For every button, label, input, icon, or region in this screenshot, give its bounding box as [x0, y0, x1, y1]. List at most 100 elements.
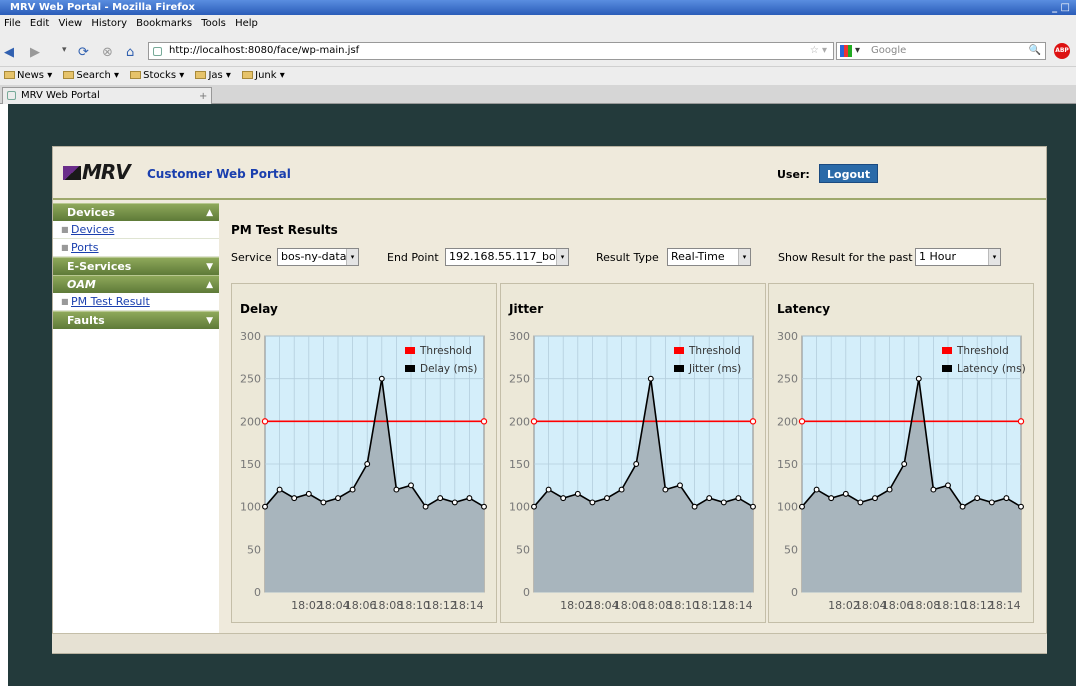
sidebar-section-oam[interactable]: OAM ▲ — [53, 275, 219, 293]
menu-view[interactable]: View — [58, 18, 82, 29]
search-engine-dropdown-icon[interactable]: ▾ — [855, 43, 860, 59]
portal-title: Customer Web Portal — [147, 167, 291, 181]
chart-panel-latency: Latency 0 50 100 150 200 250 300 18:02 18:04 18:0… — [768, 283, 1034, 623]
data-point — [320, 499, 327, 506]
user-label: User: — [777, 168, 810, 181]
menu-tools[interactable]: Tools — [201, 18, 226, 29]
sidebar-item-pm-test-result[interactable]: ■ PM Test Result — [53, 293, 219, 311]
legend-swatch-series — [674, 365, 684, 372]
threshold-point — [530, 418, 538, 425]
folder-icon — [130, 71, 142, 79]
data-point — [604, 495, 610, 502]
sidebar-section-faults[interactable]: Faults ▼ — [53, 311, 219, 329]
service-select[interactable]: bos-ny-data ▾ — [277, 248, 359, 266]
mrv-logo-mark-icon — [63, 166, 81, 180]
data-point — [545, 486, 552, 493]
data-point — [901, 461, 908, 467]
expand-icon: ▼ — [206, 316, 213, 326]
chevron-down-icon: ▾ — [346, 249, 358, 265]
sidebar-item-ports[interactable]: ■ Ports — [53, 239, 219, 257]
home-icon[interactable]: ⌂ — [126, 45, 134, 60]
data-point — [1018, 503, 1024, 510]
data-point — [828, 495, 835, 502]
chevron-down-icon: ▾ — [738, 249, 750, 265]
reload-icon[interactable]: ⟳ — [78, 45, 89, 60]
search-engine-icon[interactable] — [840, 45, 852, 57]
url-text: http://localhost:8080/face/wp-main.jsf — [169, 45, 360, 56]
logout-button[interactable]: Logout — [819, 164, 879, 183]
y-tick-label: 200 — [240, 415, 261, 428]
forward-icon[interactable]: ▶ — [30, 45, 40, 60]
data-point — [706, 495, 713, 502]
menu-bookmarks[interactable]: Bookmarks — [136, 18, 192, 29]
legend-label-series: Delay (ms) — [420, 363, 477, 375]
data-point — [735, 495, 742, 502]
collapse-icon: ▲ — [206, 280, 213, 290]
tab-label: MRV Web Portal — [21, 90, 100, 101]
page-title: PM Test Results — [231, 223, 338, 237]
bookmark-folder-jas[interactable]: Jas ▾ — [195, 70, 231, 81]
tab-mrv-web-portal[interactable]: MRV Web Portal + — [2, 87, 212, 104]
folder-icon — [4, 71, 15, 79]
x-tick-label: 18:14 — [721, 599, 753, 612]
window-controls[interactable]: _ □ — [1052, 0, 1070, 15]
collapse-icon: ▲ — [206, 208, 213, 218]
show-past-select[interactable]: 1 Hour ▾ — [915, 248, 1001, 266]
legend-swatch-series — [942, 365, 952, 372]
sidebar-item-devices[interactable]: ■ Devices — [53, 221, 219, 239]
url-bar[interactable]: http://localhost:8080/face/wp-main.jsf ☆… — [148, 42, 834, 60]
folder-icon — [63, 71, 75, 79]
y-tick-label: 50 — [784, 543, 798, 556]
data-point — [618, 486, 625, 493]
chevron-down-icon: ▾ — [556, 249, 568, 265]
back-icon[interactable]: ◀ — [4, 45, 14, 60]
bookmark-folder-search[interactable]: Search ▾ — [63, 70, 119, 81]
y-tick-label: 100 — [777, 501, 798, 514]
legend-label-threshold: Threshold — [688, 345, 741, 357]
legend-label-threshold: Threshold — [419, 345, 472, 357]
menu-file[interactable]: File — [4, 18, 21, 29]
menu-edit[interactable]: Edit — [30, 18, 49, 29]
magnifier-icon[interactable]: 🔍 — [1029, 43, 1041, 59]
data-point — [813, 486, 820, 493]
legend-swatch-series — [405, 365, 415, 372]
adblock-icon[interactable]: ABP — [1054, 43, 1070, 59]
y-tick-label: 250 — [509, 373, 530, 386]
window-title: MRV Web Portal - Mozilla Firefox — [10, 2, 195, 13]
history-dropdown-icon[interactable]: ▾ — [62, 45, 67, 55]
bookmark-folder-news[interactable]: News ▾ — [4, 70, 52, 81]
bookmark-folder-stocks[interactable]: Stocks ▾ — [130, 70, 184, 81]
bullet-icon: ■ — [61, 297, 69, 306]
sidebar-section-eservices[interactable]: E-Services ▼ — [53, 257, 219, 275]
bookmarks-toolbar: News ▾ Search ▾ Stocks ▾ Jas ▾ Junk ▾ — [0, 67, 1076, 85]
menu-help[interactable]: Help — [235, 18, 258, 29]
data-point — [662, 486, 669, 493]
sidebar-section-devices[interactable]: Devices ▲ — [53, 203, 219, 221]
new-tab-icon[interactable]: + — [199, 89, 207, 104]
window-titlebar: MRV Web Portal - Mozilla Firefox _ □ — [0, 0, 1076, 15]
data-point — [276, 486, 283, 493]
data-point — [857, 499, 864, 506]
search-box[interactable]: ▾ Google 🔍 — [836, 42, 1046, 60]
menu-history[interactable]: History — [91, 18, 127, 29]
data-point — [378, 375, 385, 382]
result-type-select[interactable]: Real-Time ▾ — [667, 248, 751, 266]
data-point — [799, 503, 805, 510]
endpoint-select[interactable]: 192.168.55.117_bos ▾ — [445, 248, 569, 266]
data-point — [915, 375, 922, 382]
data-point — [437, 495, 444, 502]
menu-bar: File Edit View History Bookmarks Tools H… — [0, 15, 1076, 33]
y-tick-label: 250 — [240, 373, 261, 386]
stop-icon[interactable]: ⊗ — [102, 45, 113, 60]
bookmark-star-icon[interactable]: ☆ ▾ — [810, 43, 827, 59]
legend-swatch-threshold — [942, 347, 952, 354]
bookmark-folder-junk[interactable]: Junk ▾ — [242, 70, 285, 81]
chart-panel-jitter: Jitter 0 50 100 150 200 250 300 18:02 18:04 18:06… — [500, 283, 766, 623]
data-point — [451, 499, 458, 506]
y-tick-label: 50 — [516, 543, 530, 556]
data-point — [364, 461, 371, 467]
y-tick-label: 150 — [777, 458, 798, 471]
portal-footer — [52, 633, 1047, 653]
result-type-label: Result Type — [596, 251, 659, 264]
threshold-point — [480, 418, 488, 425]
